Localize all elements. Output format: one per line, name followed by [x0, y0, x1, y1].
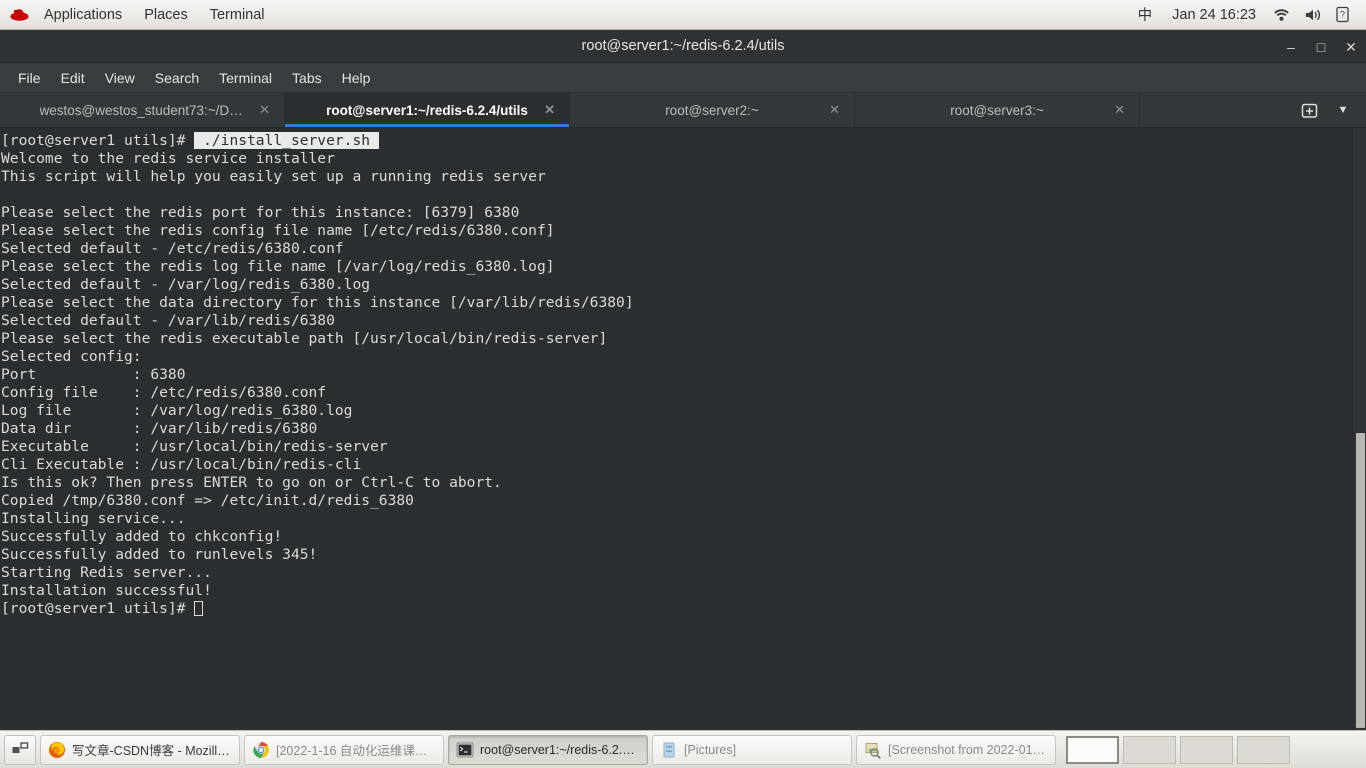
menu-help[interactable]: Help: [332, 67, 381, 89]
workspace-2[interactable]: [1123, 735, 1176, 764]
task-chrome[interactable]: [2022-1-16 自动化运维课…: [244, 734, 444, 765]
gnome-top-panel: Applications Places Terminal 中 Jan 24 16…: [0, 0, 1366, 30]
tabbar-tools: ▼: [1294, 93, 1366, 127]
terminal-text: [root@server1 utils]# ./install_server.s…: [1, 132, 634, 617]
tab-label: westos@westos_student73:~/Deskt…: [39, 102, 245, 118]
task-label: [2022-1-16 自动化运维课…: [276, 744, 428, 758]
minimize-button[interactable]: –: [1276, 30, 1306, 63]
task-label: 写文章-CSDN博客 - Mozilla…: [72, 744, 232, 758]
task-label: [Pictures]: [684, 742, 737, 757]
file-manager-icon: [660, 741, 678, 759]
workspace-pager: [1066, 735, 1290, 764]
tab-label: root@server2:~: [665, 102, 759, 118]
menu-terminal[interactable]: Terminal: [199, 0, 276, 29]
workspace-4[interactable]: [1237, 735, 1290, 764]
new-tab-icon[interactable]: [1294, 93, 1324, 128]
terminal-cursor: [194, 601, 204, 616]
tab-label: root@server1:~/redis-6.2.4/utils: [326, 102, 528, 118]
menu-terminal[interactable]: Terminal: [209, 67, 282, 89]
menu-search[interactable]: Search: [145, 67, 209, 89]
scrollbar-thumb[interactable]: [1356, 433, 1365, 728]
bottom-taskbar: 写文章-CSDN博客 - Mozilla… [2022-1-16 自动化运维课…: [0, 730, 1366, 768]
workspace-1[interactable]: [1066, 735, 1119, 764]
top-panel-right: 中 Jan 24 16:23 ?: [1128, 0, 1366, 29]
redhat-logo-icon: [0, 7, 33, 23]
window-titlebar[interactable]: root@server1:~/redis-6.2.4/utils – □ ✕: [0, 30, 1366, 63]
terminal-icon: [456, 741, 474, 759]
tab-server1[interactable]: root@server1:~/redis-6.2.4/utils ✕: [285, 93, 570, 127]
tab-server3[interactable]: root@server3:~ ✕: [855, 93, 1140, 127]
terminal-output-area[interactable]: [root@server1 utils]# ./install_server.s…: [0, 128, 1366, 730]
terminal-scrollbar[interactable]: [1352, 128, 1366, 730]
task-label: root@server1:~/redis-6.2.…: [480, 742, 635, 757]
tab-label: root@server3:~: [950, 102, 1044, 118]
chrome-icon: [252, 741, 270, 759]
window-title: root@server1:~/redis-6.2.4/utils: [581, 38, 785, 54]
task-label: [Screenshot from 2022-01…: [888, 742, 1046, 757]
tab-server2[interactable]: root@server2:~ ✕: [570, 93, 855, 127]
terminal-tabbar: westos@westos_student73:~/Deskt… ✕ root@…: [0, 93, 1366, 128]
task-file-manager[interactable]: [Pictures]: [652, 734, 852, 765]
task-firefox[interactable]: 写文章-CSDN博客 - Mozilla…: [40, 734, 240, 765]
image-viewer-icon: [864, 741, 882, 759]
wifi-icon[interactable]: [1266, 8, 1297, 22]
task-image-viewer[interactable]: [Screenshot from 2022-01…: [856, 734, 1056, 765]
tab-close-icon[interactable]: ✕: [259, 102, 270, 118]
menu-view[interactable]: View: [95, 67, 145, 89]
close-button[interactable]: ✕: [1336, 30, 1366, 63]
show-desktop-icon[interactable]: [4, 734, 36, 765]
top-panel-left: Applications Places Terminal: [0, 0, 276, 29]
menu-applications[interactable]: Applications: [33, 0, 133, 29]
window-controls: – □ ✕: [1276, 30, 1366, 63]
volume-icon[interactable]: [1297, 8, 1329, 22]
svg-text:?: ?: [1340, 10, 1345, 20]
maximize-button[interactable]: □: [1306, 30, 1336, 63]
tab-westos[interactable]: westos@westos_student73:~/Deskt… ✕: [0, 93, 285, 127]
input-method-indicator[interactable]: 中: [1128, 4, 1163, 25]
firefox-icon: [48, 741, 66, 759]
selected-command: ./install_server.sh: [194, 132, 379, 149]
battery-icon[interactable]: ?: [1329, 6, 1356, 23]
tab-close-icon[interactable]: ✕: [829, 102, 840, 118]
chevron-down-icon[interactable]: ▼: [1328, 93, 1358, 128]
clock[interactable]: Jan 24 16:23: [1162, 7, 1266, 23]
menu-places[interactable]: Places: [133, 0, 199, 29]
tab-close-icon[interactable]: ✕: [1114, 102, 1125, 118]
tab-close-icon[interactable]: ✕: [544, 102, 555, 118]
task-terminal[interactable]: root@server1:~/redis-6.2.…: [448, 734, 648, 765]
menu-file[interactable]: File: [8, 67, 51, 89]
menu-edit[interactable]: Edit: [51, 67, 95, 89]
terminal-menubar: File Edit View Search Terminal Tabs Help: [0, 63, 1366, 93]
desktop-screen: Applications Places Terminal 中 Jan 24 16…: [0, 0, 1366, 768]
workspace-3[interactable]: [1180, 735, 1233, 764]
terminal-window: root@server1:~/redis-6.2.4/utils – □ ✕ F…: [0, 30, 1366, 730]
menu-tabs[interactable]: Tabs: [282, 67, 332, 89]
